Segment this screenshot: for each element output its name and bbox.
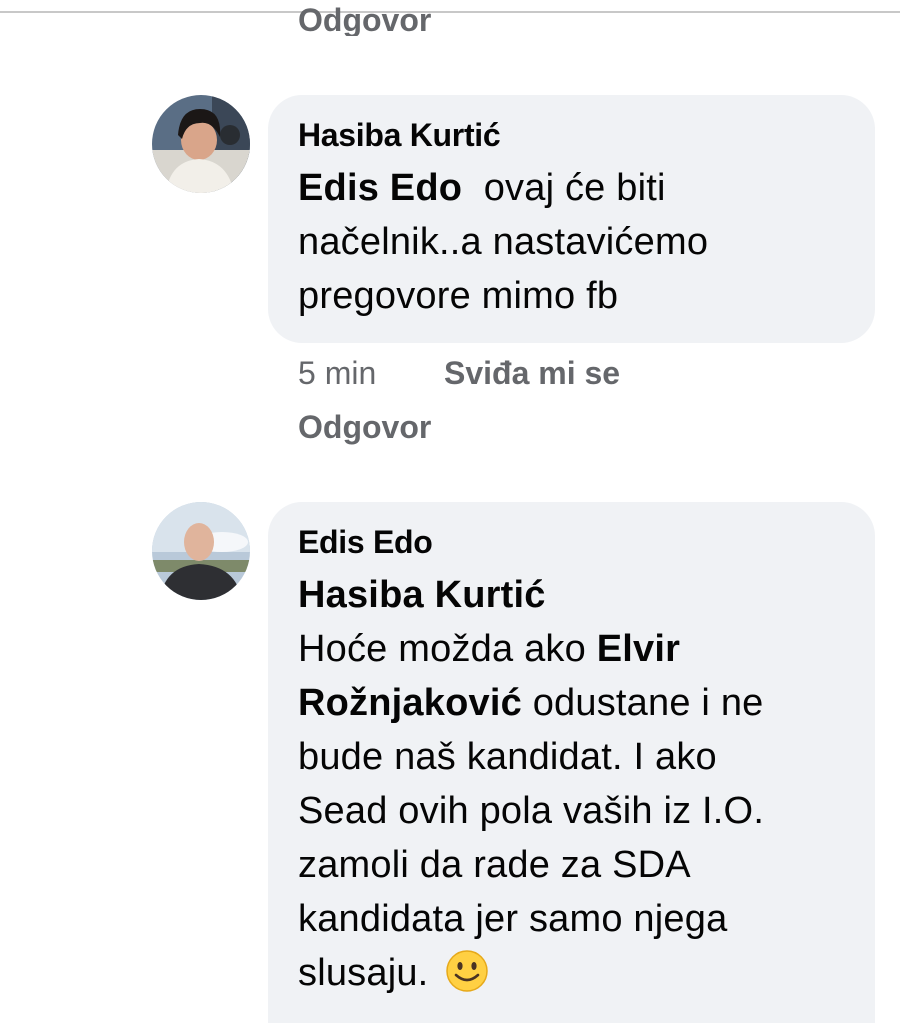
profile-photo-man-icon: [152, 502, 250, 600]
avatar-edis[interactable]: [152, 502, 250, 600]
previous-reply-link[interactable]: Odgovor: [298, 0, 431, 36]
avatar-hasiba[interactable]: [152, 95, 250, 193]
mention-link-elvir[interactable]: Elvir: [597, 628, 680, 670]
comment-text: Hasiba Kurtić Hoće možda ako Elvir Rožnj…: [298, 568, 845, 1008]
comment-text: Edis Edo ovaj će biti načelnik..a nastav…: [298, 167, 709, 317]
comment-bubble-edis: Edis Edo Hasiba Kurtić Hoće možda ako El…: [268, 502, 875, 1023]
comment-actions-hasiba: 5 min Sviđa mi se Odgovor: [298, 346, 620, 454]
like-button[interactable]: Sviđa mi se: [444, 355, 620, 391]
comment-author[interactable]: Hasiba Kurtić: [298, 109, 845, 161]
profile-photo-woman-icon: [152, 95, 250, 193]
mention-link[interactable]: Hasiba Kurtić: [298, 574, 546, 616]
comment-bubble-hasiba: Hasiba Kurtić Edis Edo ovaj će biti nače…: [268, 95, 875, 343]
reply-button[interactable]: Odgovor: [298, 400, 620, 454]
comment-time: 5 min: [298, 355, 377, 391]
comment-author[interactable]: Edis Edo: [298, 516, 845, 568]
smiling-face-emoji-icon: [445, 949, 489, 1008]
mention-link-elvir-surname[interactable]: Rožnjaković: [298, 682, 522, 724]
top-divider: [0, 11, 900, 13]
mention-link[interactable]: Edis Edo: [298, 167, 462, 209]
